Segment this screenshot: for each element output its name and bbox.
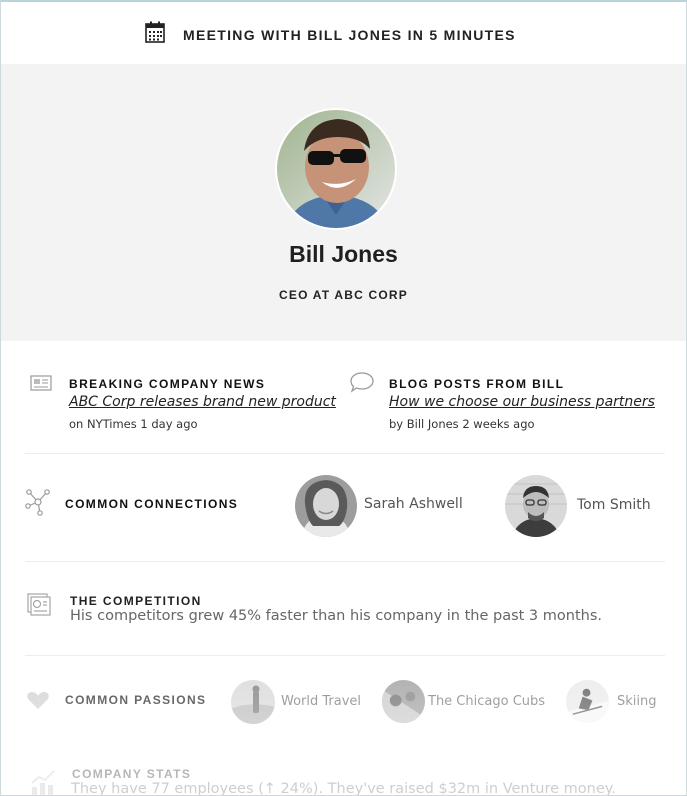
presentation-icon (27, 593, 51, 616)
meeting-title: MEETING WITH BILL JONES IN 5 MINUTES (183, 27, 516, 43)
connection-name[interactable]: Tom Smith (577, 497, 651, 513)
passion-image[interactable] (381, 679, 426, 724)
passion-name[interactable]: The Chicago Cubs (428, 694, 545, 709)
news-headline-link[interactable]: ABC Corp releases brand new product (69, 394, 336, 410)
competition-label: THE COMPETITION (70, 594, 202, 608)
profile-hero: Bill Jones CEO AT ABC CORP (1, 64, 686, 341)
stats-label: COMPANY STATS (72, 767, 192, 781)
passion-image[interactable] (230, 679, 276, 725)
blog-meta: by Bill Jones 2 weeks ago (389, 417, 535, 431)
passion-image[interactable] (565, 679, 610, 724)
news-meta: on NYTimes 1 day ago (69, 417, 198, 431)
blog-label: BLOG POSTS FROM BILL (389, 377, 565, 391)
profile-title: CEO AT ABC CORP (279, 288, 408, 302)
competition-text: His competitors grew 45% faster than his… (70, 608, 602, 624)
calendar-icon (145, 21, 165, 43)
bar-chart-icon (31, 770, 55, 795)
connections-label: COMMON CONNECTIONS (65, 497, 239, 511)
profile-name: Bill Jones (289, 241, 398, 267)
divider (25, 453, 665, 454)
stats-text: They have 77 employees (↑ 24%). They've … (71, 781, 616, 796)
connection-avatar[interactable] (504, 474, 568, 538)
connection-name[interactable]: Sarah Ashwell (364, 496, 463, 512)
divider (25, 655, 665, 656)
speech-bubble-icon (350, 372, 374, 393)
passions-label: COMMON PASSIONS (65, 693, 207, 707)
blog-headline-link[interactable]: How we choose our business partners (389, 394, 655, 410)
newspaper-icon (30, 375, 52, 391)
heart-icon (27, 692, 49, 709)
profile-avatar[interactable] (274, 107, 398, 231)
news-label: BREAKING COMPANY NEWS (69, 377, 266, 391)
meeting-header: MEETING WITH BILL JONES IN 5 MINUTES (1, 2, 686, 64)
passion-name[interactable]: Skiing (617, 694, 657, 709)
divider (25, 561, 665, 562)
meeting-card: MEETING WITH BILL JONES IN 5 MINUTES Bil… (0, 0, 687, 796)
connection-avatar[interactable] (295, 474, 357, 538)
network-icon (25, 489, 50, 516)
passion-name[interactable]: World Travel (281, 694, 361, 709)
